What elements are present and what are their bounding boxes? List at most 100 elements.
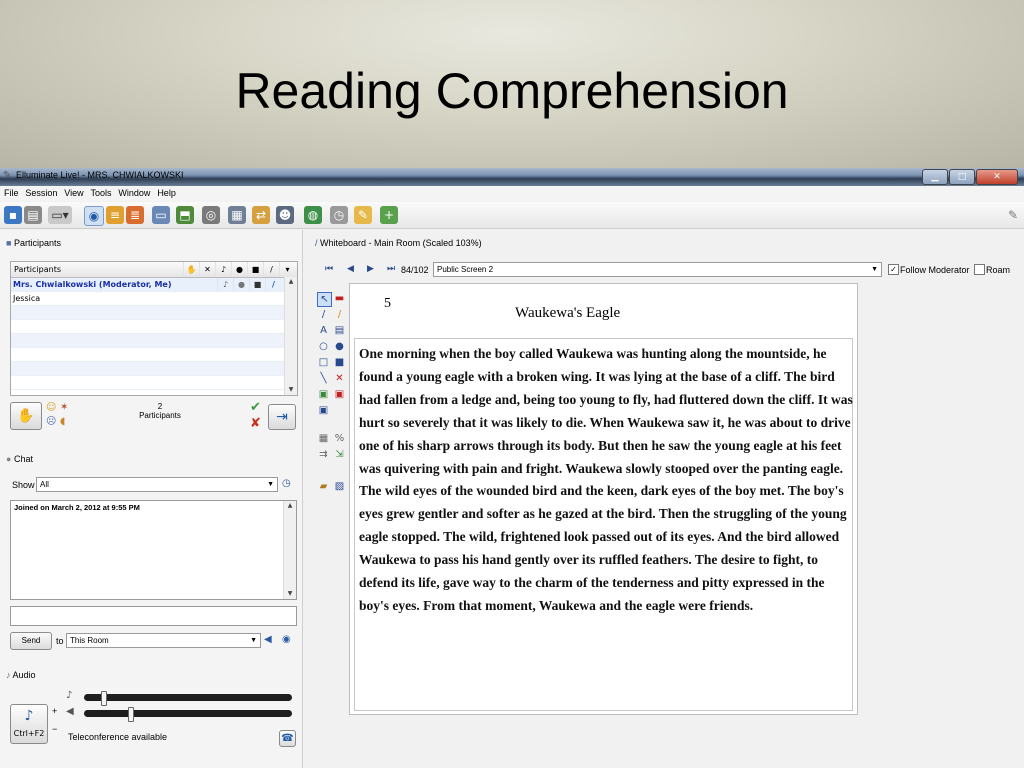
participant-row[interactable]: Jessica	[11, 292, 297, 306]
applause-icon[interactable]: ✶	[60, 402, 68, 414]
menu-file[interactable]: File	[4, 186, 19, 201]
notes-icon[interactable]: ✎	[354, 206, 372, 224]
scroll-up-icon[interactable]: ▲	[284, 501, 296, 511]
roam-checkbox[interactable]	[974, 264, 985, 275]
web-tour-icon[interactable]: ⇄	[252, 206, 270, 224]
whiteboard-col-icon[interactable]: ■	[247, 262, 263, 277]
eraser-tool-icon[interactable]: ▬	[333, 292, 346, 305]
checkmark-icon[interactable]: ✔	[250, 401, 261, 414]
filled-rectangle-tool-icon[interactable]: ■	[333, 356, 346, 369]
multimedia-icon[interactable]: ◎	[202, 206, 220, 224]
talk-button[interactable]: ♪ Ctrl+F2	[10, 704, 48, 744]
speaker-icon[interactable]: ◀	[264, 634, 272, 646]
view-participants-icon[interactable]: ◉	[84, 206, 104, 226]
send-button[interactable]: Send	[10, 632, 52, 650]
minimize-button[interactable]: ▁	[922, 169, 948, 185]
add-user-icon[interactable]: +	[380, 206, 398, 224]
laugh-icon[interactable]: ◖	[60, 416, 65, 428]
menu-window[interactable]: Window	[118, 186, 150, 201]
close-button[interactable]: ✕	[976, 169, 1018, 185]
speaker-slider-knob[interactable]	[128, 707, 134, 722]
chat-section-title: ● Chat	[6, 454, 33, 464]
stamp-tool-icon[interactable]: ⇉	[317, 448, 330, 461]
line-tool-icon[interactable]: ╲	[317, 372, 330, 385]
globe-icon[interactable]: ◍	[304, 206, 322, 224]
timer-icon[interactable]: ◷	[330, 206, 348, 224]
print-icon[interactable]: ▤	[24, 206, 42, 224]
follow-moderator-checkbox[interactable]: ✓	[888, 264, 899, 275]
app-share-icon[interactable]: ⬒	[176, 206, 194, 224]
clear-tool-icon[interactable]: ✕	[333, 372, 346, 385]
eye-icon[interactable]: ◉	[282, 634, 291, 646]
text-tool-icon[interactable]: A	[317, 324, 330, 337]
first-page-icon[interactable]: ⏮	[325, 264, 333, 274]
grid-tool-icon[interactable]: ▦	[317, 432, 330, 445]
save-icon[interactable]: ▪	[4, 206, 22, 224]
elluminate-logo-icon: ✎	[3, 170, 12, 181]
cross-icon[interactable]: ✘	[250, 417, 261, 430]
scroll-down-icon[interactable]: ▼	[285, 385, 297, 395]
microphone-col-icon[interactable]: ♪	[215, 262, 231, 277]
microphone-icon: ♪	[217, 278, 233, 291]
audio-section-title: ♪ Audio	[6, 670, 36, 680]
chat-scrollbar[interactable]: ▲ ▼	[283, 501, 296, 599]
story-text-box[interactable]: One morning when the boy called Waukewa …	[354, 338, 853, 711]
chat-filter-select[interactable]: All ▼	[36, 477, 278, 492]
highlighter-tool-icon[interactable]: /	[333, 308, 346, 321]
columns-dropdown-icon[interactable]: ▾	[279, 262, 295, 277]
scroll-up-icon[interactable]: ▲	[285, 277, 297, 287]
speaker-volume-slider[interactable]	[84, 710, 292, 717]
microphone-volume-slider[interactable]	[84, 694, 292, 701]
screen-select[interactable]: Public Screen 2 ▼	[433, 262, 882, 277]
open-folder-tool-icon[interactable]: ▰	[317, 480, 330, 493]
participants-scrollbar[interactable]: ▲ ▼	[284, 277, 297, 395]
last-page-icon[interactable]: ⏭	[387, 264, 395, 274]
menu-tools[interactable]: Tools	[91, 186, 112, 201]
profile-icon[interactable]: ☻	[276, 206, 294, 224]
pen-col-icon[interactable]: /	[263, 262, 279, 277]
import-tool-icon[interactable]: ⇲	[333, 448, 346, 461]
next-page-icon[interactable]: ▶	[367, 264, 374, 274]
raise-hand-button[interactable]: ✋	[10, 402, 42, 430]
clock-icon[interactable]: ◷	[282, 478, 291, 490]
layout-dropdown-icon[interactable]: ▭▾	[48, 206, 72, 224]
chat-recipient-select[interactable]: This Room ▼	[66, 633, 261, 648]
menu-help[interactable]: Help	[157, 186, 176, 201]
ellipse-tool-icon[interactable]: ○	[317, 340, 330, 353]
pen-tool-icon[interactable]: /	[317, 308, 330, 321]
step-away-button[interactable]: ⇥	[268, 404, 296, 430]
menu-view[interactable]: View	[64, 186, 83, 201]
filled-ellipse-tool-icon[interactable]: ●	[333, 340, 346, 353]
list-panel-icon[interactable]: ≣	[126, 206, 144, 224]
whiteboard-canvas[interactable]: 5 Waukewa's Eagle One morning when the b…	[349, 283, 858, 715]
raise-hand-col-icon[interactable]: ✋	[183, 262, 199, 277]
emoticon-sad-icon[interactable]: ☹	[46, 416, 56, 428]
image-tool-icon[interactable]: ▣	[317, 388, 330, 401]
mute-col-icon[interactable]: ✕	[199, 262, 215, 277]
participants-list[interactable]: Participants ✋ ✕ ♪ ● ■ / ▾ Mrs. Chwialko…	[10, 261, 298, 396]
chat-transcript[interactable]: Joined on March 2, 2012 at 9:55 PM ▲ ▼	[10, 500, 297, 600]
emoticon-smile-icon[interactable]: ☺	[46, 402, 56, 414]
scroll-down-icon[interactable]: ▼	[284, 589, 296, 599]
screen-capture-tool-icon[interactable]: ▣	[317, 404, 330, 417]
phone-icon[interactable]: ☎	[279, 730, 296, 747]
file-transfer-icon[interactable]: ▦	[228, 206, 246, 224]
window-titlebar[interactable]: ✎ Elluminate Live! - MRS. CHWIALKOWSKI ▁…	[0, 168, 1024, 186]
zoom-tool-icon[interactable]: %	[333, 432, 346, 445]
rectangle-tool-icon[interactable]: □	[317, 356, 330, 369]
text-box-tool-icon[interactable]: ▤	[333, 324, 346, 337]
chat-col-icon[interactable]: ●	[231, 262, 247, 277]
chat-icon: ●	[233, 278, 249, 291]
previous-page-icon[interactable]: ◀	[347, 264, 354, 274]
chat-panel-icon[interactable]: ≡	[106, 206, 124, 224]
pointer-tool-icon[interactable]: ↖	[317, 292, 332, 307]
chat-input[interactable]	[10, 606, 297, 626]
menu-session[interactable]: Session	[25, 186, 57, 201]
menu-bar: File Session View Tools Window Help	[0, 186, 1024, 201]
microphone-slider-knob[interactable]	[101, 691, 107, 706]
participant-row[interactable]: Mrs. Chwialkowski (Moderator, Me) ♪ ● ■ …	[11, 278, 297, 292]
clip-art-tool-icon[interactable]: ▣	[333, 388, 346, 401]
whiteboard-icon[interactable]: ▭	[152, 206, 170, 224]
new-screen-tool-icon[interactable]: ▨	[333, 480, 346, 493]
maximize-button[interactable]: □	[949, 169, 975, 185]
